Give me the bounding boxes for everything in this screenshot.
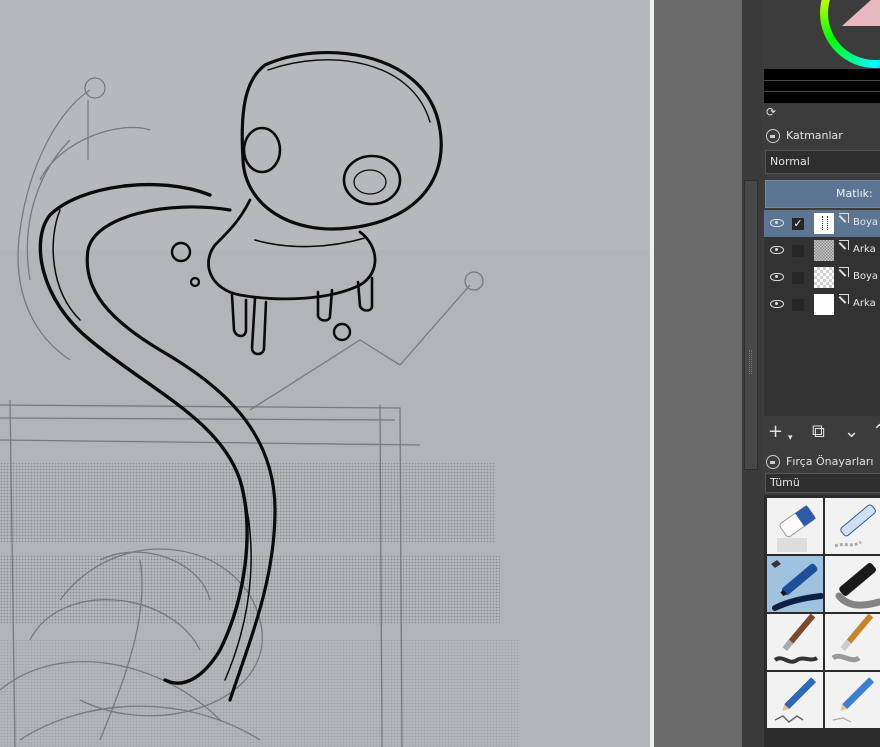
layer-checkbox[interactable]: ✓ [792,218,804,230]
bar-separator [764,80,880,81]
move-layer-up-button[interactable]: ⌃ [872,422,880,442]
layer-checkbox[interactable] [792,245,804,257]
dock-splitter[interactable] [744,180,758,470]
layer-thumbnail [814,240,834,261]
layer-name[interactable]: Arka [853,298,876,309]
move-layer-down-button[interactable]: ⌄ [844,422,859,442]
eye-icon[interactable] [770,219,784,227]
preset-brush-light[interactable] [824,613,880,671]
layer-name[interactable]: Boya [853,271,878,282]
layer-list: ✓ Boya Arka Boya Arka [764,210,880,416]
layer-toolbar: + ▾ ⧉ ⌄ ⌃ [762,418,880,446]
preset-blue-marker[interactable] [824,497,880,555]
paint-layer-icon [839,294,849,304]
preset-eraser[interactable] [766,497,824,555]
layer-name[interactable]: Boya [853,217,878,228]
layer-row[interactable]: ✓ Boya [764,210,880,237]
add-layer-button[interactable]: + [768,422,783,442]
layer-row[interactable]: Arka [764,291,880,318]
pencil-icon [774,677,817,723]
paint-layer-icon [839,213,849,223]
layer-name[interactable]: Arka [853,244,876,255]
color-triangle[interactable] [842,0,880,26]
color-history-bar[interactable] [764,69,880,103]
preset-ink-pen[interactable] [766,555,824,613]
opacity-label: Matlık: [836,187,873,200]
paint-layer-icon [839,267,849,277]
layers-panel-title: Katmanlar [762,126,880,146]
canvas-margin [654,0,742,747]
eye-icon[interactable] [770,246,784,254]
layer-checkbox[interactable] [792,272,804,284]
eye-icon[interactable] [770,300,784,308]
chevron-down-icon[interactable]: ▾ [788,428,793,448]
lock-icon[interactable] [766,129,780,143]
marker-icon [835,562,880,609]
marker-icon [834,504,876,548]
brush-preset-grid [764,495,880,747]
canvas-artwork [0,0,650,747]
eye-icon[interactable] [770,273,784,281]
opacity-slider[interactable]: Matlık: [765,180,880,208]
duplicate-layer-button[interactable]: ⧉ [812,422,825,442]
paintbrush-icon [831,614,874,663]
eraser-icon [777,505,816,552]
layer-checkbox[interactable] [792,299,804,311]
paint-layer-icon [839,240,849,250]
brush-presets-panel-title: Fırça Önayarları [762,452,880,472]
layer-thumbnail [814,213,834,234]
bar-separator [764,91,880,92]
preset-pencil-light[interactable] [824,671,880,729]
krita-window: ⟳ Katmanlar Normal Matlık: ✓ Boya Arka B… [0,0,880,747]
brush-presets-title-text: Fırça Önayarları [786,455,874,468]
preset-brush-dark[interactable] [766,613,824,671]
lock-icon[interactable] [766,455,780,469]
preset-black-marker[interactable] [824,555,880,613]
layer-row[interactable]: Boya [764,264,880,291]
pencil-icon [832,677,875,723]
preset-pencil-dark[interactable] [766,671,824,729]
ink-pen-icon [771,560,823,611]
blend-mode-select[interactable]: Normal [765,150,880,174]
drawing-canvas[interactable] [0,0,650,747]
preset-tag-filter[interactable]: Tümü [765,473,880,493]
resize-grip[interactable] [749,350,752,374]
layers-title-text: Katmanlar [786,129,843,142]
layer-thumbnail [814,294,834,315]
layer-row[interactable]: Arka [764,237,880,264]
dock-edge [742,0,762,747]
right-docker: ⟳ Katmanlar Normal Matlık: ✓ Boya Arka B… [762,0,880,747]
paintbrush-icon [773,614,819,664]
layer-thumbnail [814,267,834,288]
refresh-icon[interactable]: ⟳ [766,106,778,118]
